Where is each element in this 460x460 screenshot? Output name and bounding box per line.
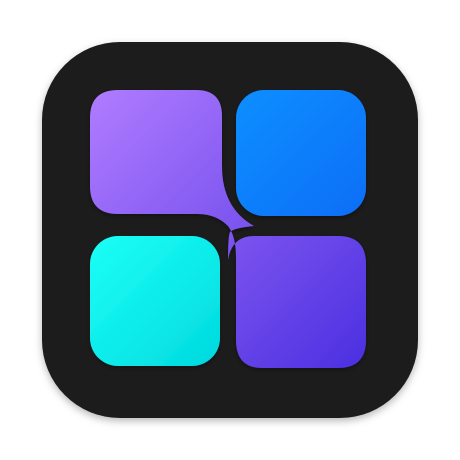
cyan-tile (90, 236, 220, 366)
app-icon-stage (0, 0, 460, 460)
blue-tile (236, 90, 366, 216)
app-grid-icon (42, 42, 418, 418)
